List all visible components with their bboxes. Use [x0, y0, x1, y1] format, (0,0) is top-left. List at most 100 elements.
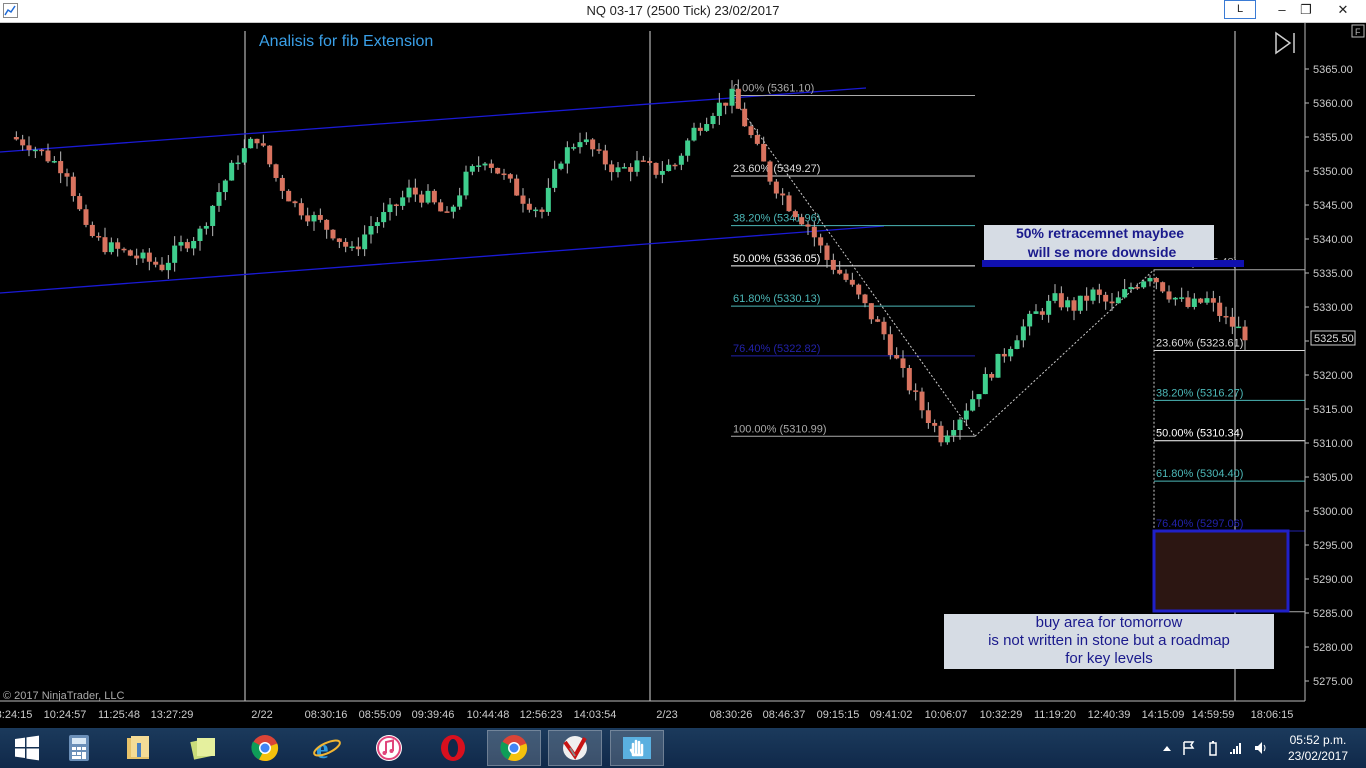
candle-body [577, 142, 583, 148]
candle-body [406, 187, 412, 198]
candle-body [697, 127, 703, 131]
candle-body [273, 164, 279, 178]
candle-body [1134, 287, 1140, 289]
candle-body [748, 126, 754, 136]
candle-body [13, 137, 19, 140]
candle-body [134, 255, 140, 259]
candle-body [1153, 277, 1159, 283]
candle-body [58, 161, 64, 174]
candle-body [305, 215, 311, 222]
price-chart[interactable]: 0.00% (5361.10) 23.60% (5349.27) 38.20% (5… [0, 23, 1366, 728]
fib1-level-label-6: 100.00% (5310.99) [733, 423, 827, 435]
corner-label[interactable]: F [1355, 27, 1361, 37]
chrome-icon[interactable] [238, 730, 292, 766]
taskbar-clock[interactable]: 05:52 p.m. 23/02/2017 [1288, 732, 1348, 764]
maximize-button[interactable]: ❐ [1292, 0, 1320, 22]
x-tick-label-17: 10:32:29 [980, 709, 1023, 721]
candle-body [1229, 316, 1235, 327]
candle-body [710, 115, 716, 125]
hand-tool-icon[interactable] [610, 730, 664, 766]
x-tick-label-19: 12:40:39 [1088, 709, 1131, 721]
candle-body [653, 162, 659, 175]
candle-body [1077, 295, 1083, 311]
candle-body [659, 171, 665, 175]
candle-body [51, 161, 57, 163]
y-tick-label-15: 5290.00 [1313, 574, 1353, 586]
candle-body [1027, 313, 1033, 327]
y-tick-label-17: 5280.00 [1313, 642, 1353, 654]
candle-body [191, 240, 197, 249]
candle-body [1191, 298, 1197, 307]
y-tick-label-18: 5275.00 [1313, 676, 1353, 688]
y-tick-label-12: 5305.00 [1313, 472, 1353, 484]
sticky-notes-icon[interactable] [176, 730, 230, 766]
candle-body [336, 238, 342, 242]
y-tick-label-14: 5295.00 [1313, 540, 1353, 552]
y-tick-label-10: 5315.00 [1313, 404, 1353, 416]
candle-body [89, 224, 95, 237]
internet-explorer-icon[interactable]: e [300, 730, 354, 766]
candle-body [317, 215, 323, 220]
tray-icons[interactable] [1160, 738, 1270, 758]
layout-toggle-button[interactable]: L [1224, 0, 1256, 19]
system-tray[interactable] [1160, 728, 1270, 768]
start-windows-icon[interactable] [0, 730, 54, 766]
candle-body [362, 234, 368, 250]
candle-body [70, 176, 76, 197]
x-tick-label-10: 14:03:54 [574, 709, 617, 721]
candle-body [1033, 311, 1039, 314]
x-tick-label-13: 08:46:37 [763, 709, 806, 721]
candle-body [767, 161, 773, 182]
calculator-icon[interactable] [52, 730, 106, 766]
close-button[interactable]: ✕ [1324, 0, 1362, 22]
candle-body [1014, 340, 1020, 349]
candle-body [298, 203, 304, 216]
current-price-marker: 5325.50 [1314, 333, 1354, 345]
candle-body [1236, 326, 1242, 329]
annotation-title: Analisis for fib Extension [259, 33, 433, 50]
candle-body [1084, 295, 1090, 301]
candle-body [862, 294, 868, 304]
candle-body [818, 237, 824, 246]
y-tick-label-9: 5320.00 [1313, 370, 1353, 382]
file-explorer-icon[interactable] [112, 730, 166, 766]
candle-body [286, 190, 292, 202]
candle-body [1096, 289, 1102, 295]
candle-body [773, 181, 779, 194]
itunes-icon[interactable] [362, 730, 416, 766]
fib2-level-label-4: 61.80% (5304.40) [1156, 468, 1243, 480]
candle-body [514, 178, 520, 196]
ninjatrader-icon[interactable] [548, 730, 602, 766]
candle-body [894, 355, 900, 359]
candle-body [1179, 297, 1185, 299]
candle-body [881, 321, 887, 335]
x-tick-label-9: 12:56:23 [520, 709, 563, 721]
candle-body [96, 236, 102, 238]
candle-body [672, 164, 678, 167]
candle-body [533, 209, 539, 212]
candle-body [780, 193, 786, 196]
x-tick-label-12: 08:30:26 [710, 709, 753, 721]
x-tick-label-7: 09:39:46 [412, 709, 455, 721]
candle-body [1109, 301, 1115, 304]
candle-body [507, 174, 513, 179]
x-tick-label-15: 09:41:02 [870, 709, 913, 721]
opera-icon[interactable] [426, 730, 480, 766]
candle-body [1185, 297, 1191, 307]
fib2-level-label-1: 23.60% (5323.61) [1156, 337, 1243, 349]
candle-body [868, 303, 874, 320]
candle-body [564, 147, 570, 164]
candle-body [387, 204, 393, 213]
candle-body [520, 195, 526, 204]
candle-body [254, 138, 260, 144]
candle-body [20, 139, 26, 146]
candle-body [729, 88, 735, 106]
candle-body [887, 334, 893, 356]
chrome-active-icon[interactable] [487, 730, 541, 766]
candle-body [590, 139, 596, 150]
buy-area-box [1152, 529, 1290, 613]
y-tick-label-4: 5345.00 [1313, 200, 1353, 212]
candle-body [324, 219, 330, 230]
candle-body [1058, 293, 1064, 308]
fib2-level-label-2: 38.20% (5316.27) [1156, 387, 1243, 399]
